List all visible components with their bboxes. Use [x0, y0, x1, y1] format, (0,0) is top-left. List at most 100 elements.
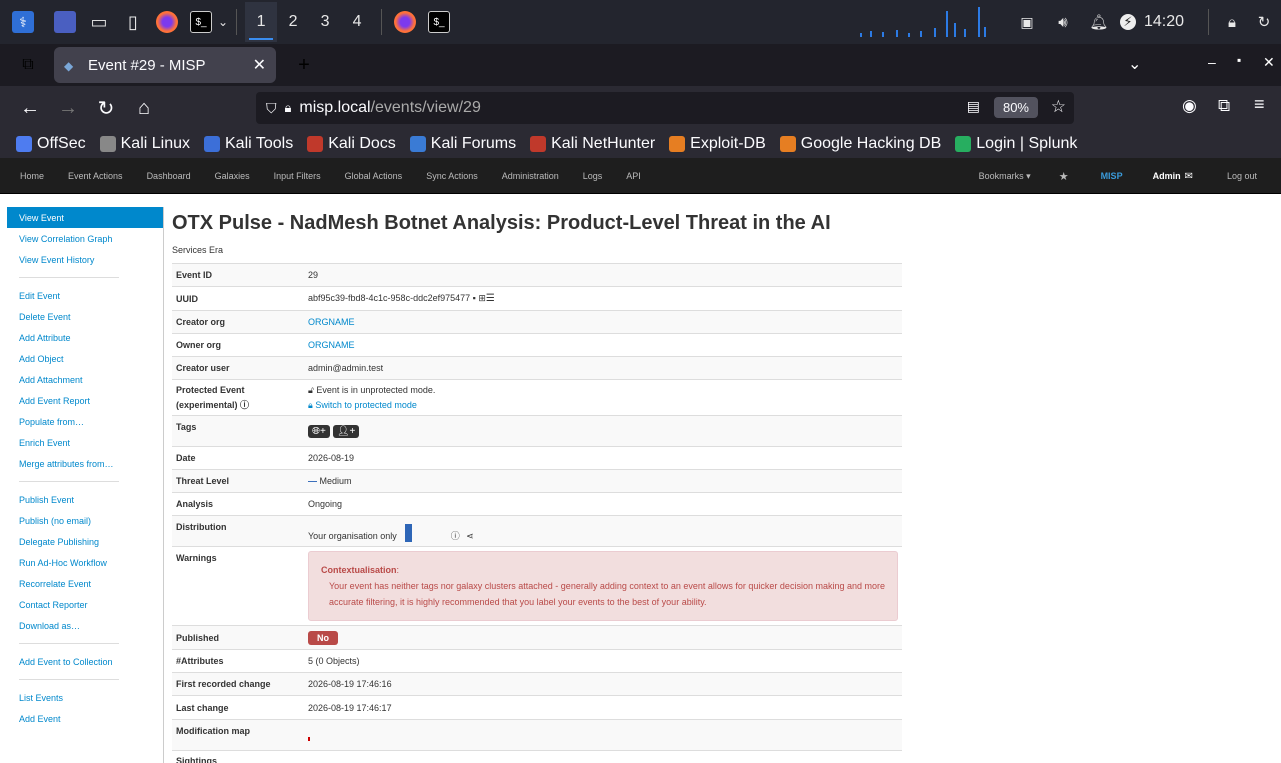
new-tab-icon[interactable]: + — [286, 49, 322, 81]
logout-icon[interactable]: ↻ — [1253, 11, 1275, 33]
topnav-item-logs[interactable]: Logs — [571, 171, 615, 181]
workspace-2[interactable]: 2 — [277, 2, 309, 42]
bookmark-item[interactable]: Kali Docs — [307, 135, 396, 153]
topnav-item-global-actions[interactable]: Global Actions — [333, 171, 415, 181]
sidebar-item-delegate-publishing[interactable]: Delegate Publishing — [7, 531, 163, 552]
sidebar-item-publish-event[interactable]: Publish Event — [7, 489, 163, 510]
cpu-graph — [850, 5, 990, 39]
sidebar-item-view-event-history[interactable]: View Event History — [7, 249, 163, 270]
sidebar-item-enrich-event[interactable]: Enrich Event — [7, 432, 163, 453]
admin-user-link[interactable]: Admin — [1141, 171, 1185, 181]
lock-icon[interactable]: 🔒︎ — [1221, 11, 1243, 33]
bookmark-item[interactable]: Login | Splunk — [955, 135, 1077, 153]
browser-tab-active[interactable]: ◆ Event #29 - MISP ✕ — [54, 47, 276, 83]
sidebar-item-list-events[interactable]: List Events — [7, 687, 163, 708]
bookmark-item[interactable]: OffSec — [16, 135, 86, 153]
bookmarks-menu[interactable]: Bookmarks ▾ — [965, 171, 1045, 182]
forward-icon[interactable]: → — [50, 92, 86, 124]
url-bar[interactable]: ⛉ 🔒︎ misp.local /events/view/29 ▤ 80% ☆ — [256, 92, 1074, 124]
add-global-tag-button[interactable]: 🌐︎+ — [308, 424, 330, 438]
sidebar-item-populate-from[interactable]: Populate from… — [7, 411, 163, 432]
bookmark-item[interactable]: Kali Linux — [99, 135, 190, 153]
back-icon[interactable]: ← — [12, 92, 48, 124]
kali-menu-icon[interactable]: ⚕ — [12, 11, 34, 33]
text-editor-icon[interactable]: ▯ — [122, 11, 144, 33]
sidebar-item-run-ad-hoc-workflow[interactable]: Run Ad-Hoc Workflow — [7, 552, 163, 573]
envelope-icon[interactable]: ✉ — [1185, 171, 1215, 182]
copy-icon[interactable]: ▪ — [473, 293, 476, 303]
sidebar-item-add-attribute[interactable]: Add Attribute — [7, 327, 163, 348]
reload-icon[interactable]: ↻ — [88, 92, 124, 124]
menu-icon[interactable]: ≡ — [1254, 94, 1265, 115]
firefox-icon[interactable] — [156, 11, 178, 33]
info-icon[interactable]: ⓘ — [240, 400, 249, 410]
sidebar-item-recorrelate-event[interactable]: Recorrelate Event — [7, 573, 163, 594]
desktop-icon[interactable] — [54, 11, 76, 33]
bookmark-item[interactable]: Kali Tools — [204, 135, 293, 153]
sidebar-item-view-event[interactable]: View Event — [7, 207, 163, 228]
terminal-icon[interactable]: $_ — [190, 11, 212, 33]
tab-list-icon[interactable]: ⧉ — [10, 49, 46, 81]
reader-view-icon[interactable]: ▤ — [967, 98, 980, 115]
sidebar-item-add-event[interactable]: Add Event — [7, 708, 163, 729]
home-icon[interactable]: ⌂ — [126, 92, 162, 124]
creator-org-link[interactable]: ORGNAME — [308, 317, 355, 327]
bookmark-star-icon[interactable]: ☆ — [1051, 97, 1066, 117]
chevron-down-icon[interactable]: ⌄ — [218, 15, 228, 29]
firefox-window-icon[interactable] — [394, 11, 417, 33]
sidebar-item-add-event-report[interactable]: Add Event Report — [7, 390, 163, 411]
info-icon[interactable]: ⓘ — [451, 531, 460, 541]
workspace-3[interactable]: 3 — [309, 2, 341, 42]
topnav-item-home[interactable]: Home — [8, 171, 56, 181]
power-icon[interactable]: ⚡ — [1119, 14, 1136, 30]
topnav-item-galaxies[interactable]: Galaxies — [203, 171, 262, 181]
bookmark-item[interactable]: Google Hacking DB — [779, 135, 941, 153]
add-icon[interactable]: ⊞ — [478, 293, 486, 303]
minimize-icon[interactable]: – — [1208, 54, 1216, 70]
chevron-down-icon[interactable]: ⌄ — [1128, 54, 1141, 74]
sidebar-item-add-event-to-collection[interactable]: Add Event to Collection — [7, 651, 163, 672]
lock-icon[interactable]: 🔒︎ — [285, 100, 292, 116]
add-local-tag-button[interactable]: 👤︎+ — [332, 424, 360, 438]
window-close-icon[interactable]: ✕ — [1263, 54, 1275, 71]
star-icon[interactable]: ★ — [1045, 170, 1083, 183]
shield-icon[interactable]: ⛉ — [266, 100, 277, 117]
list-icon[interactable]: ☰ — [486, 293, 495, 304]
switch-protected-link[interactable]: Switch to protected mode — [315, 400, 417, 410]
topnav-item-input-filters[interactable]: Input Filters — [262, 171, 333, 181]
sidebar-item-add-attachment[interactable]: Add Attachment — [7, 369, 163, 390]
account-icon[interactable]: ◉ — [1182, 96, 1197, 116]
bookmark-item[interactable]: Kali Forums — [409, 135, 516, 153]
extensions-icon[interactable]: ⧉ — [1218, 96, 1230, 116]
topnav-item-dashboard[interactable]: Dashboard — [135, 171, 203, 181]
sidebar-item-publish-no-email[interactable]: Publish (no email) — [7, 510, 163, 531]
bookmark-item[interactable]: Kali NetHunter — [530, 135, 655, 153]
close-icon[interactable]: ✕ — [253, 55, 266, 75]
terminal-window-icon[interactable]: $_ — [428, 11, 451, 33]
bell-icon[interactable]: 🔔︎ — [1088, 11, 1110, 33]
sidebar-item-merge-attributes-from[interactable]: Merge attributes from… — [7, 453, 163, 474]
misp-brand-link[interactable]: MISP — [1083, 171, 1141, 181]
logout-link[interactable]: Log out — [1215, 171, 1281, 181]
distribution-graph-bar[interactable] — [405, 524, 413, 542]
file-manager-icon[interactable]: ▭ — [88, 11, 110, 33]
topnav-item-sync-actions[interactable]: Sync Actions — [414, 171, 490, 181]
topnav-item-event-actions[interactable]: Event Actions — [56, 171, 135, 181]
owner-org-link[interactable]: ORGNAME — [308, 340, 355, 350]
share-icon[interactable]: ⋖ — [466, 531, 474, 541]
sidebar-item-add-object[interactable]: Add Object — [7, 348, 163, 369]
workspace-1[interactable]: 1 — [245, 2, 278, 42]
display-icon[interactable]: ▣ — [1016, 11, 1038, 33]
topnav-item-api[interactable]: API — [614, 171, 653, 181]
topnav-item-administration[interactable]: Administration — [490, 171, 571, 181]
sidebar-item-view-correlation-graph[interactable]: View Correlation Graph — [7, 228, 163, 249]
sidebar-item-download-as[interactable]: Download as… — [7, 615, 163, 636]
sidebar-item-contact-reporter[interactable]: Contact Reporter — [7, 594, 163, 615]
maximize-icon[interactable]: ▪ — [1237, 53, 1241, 67]
volume-icon[interactable]: 🔊︎ — [1052, 11, 1074, 33]
sidebar-item-edit-event[interactable]: Edit Event — [7, 285, 163, 306]
workspace-4[interactable]: 4 — [341, 2, 373, 42]
sidebar-item-delete-event[interactable]: Delete Event — [7, 306, 163, 327]
bookmark-item[interactable]: Exploit-DB — [669, 135, 766, 153]
zoom-level[interactable]: 80% — [993, 97, 1038, 118]
